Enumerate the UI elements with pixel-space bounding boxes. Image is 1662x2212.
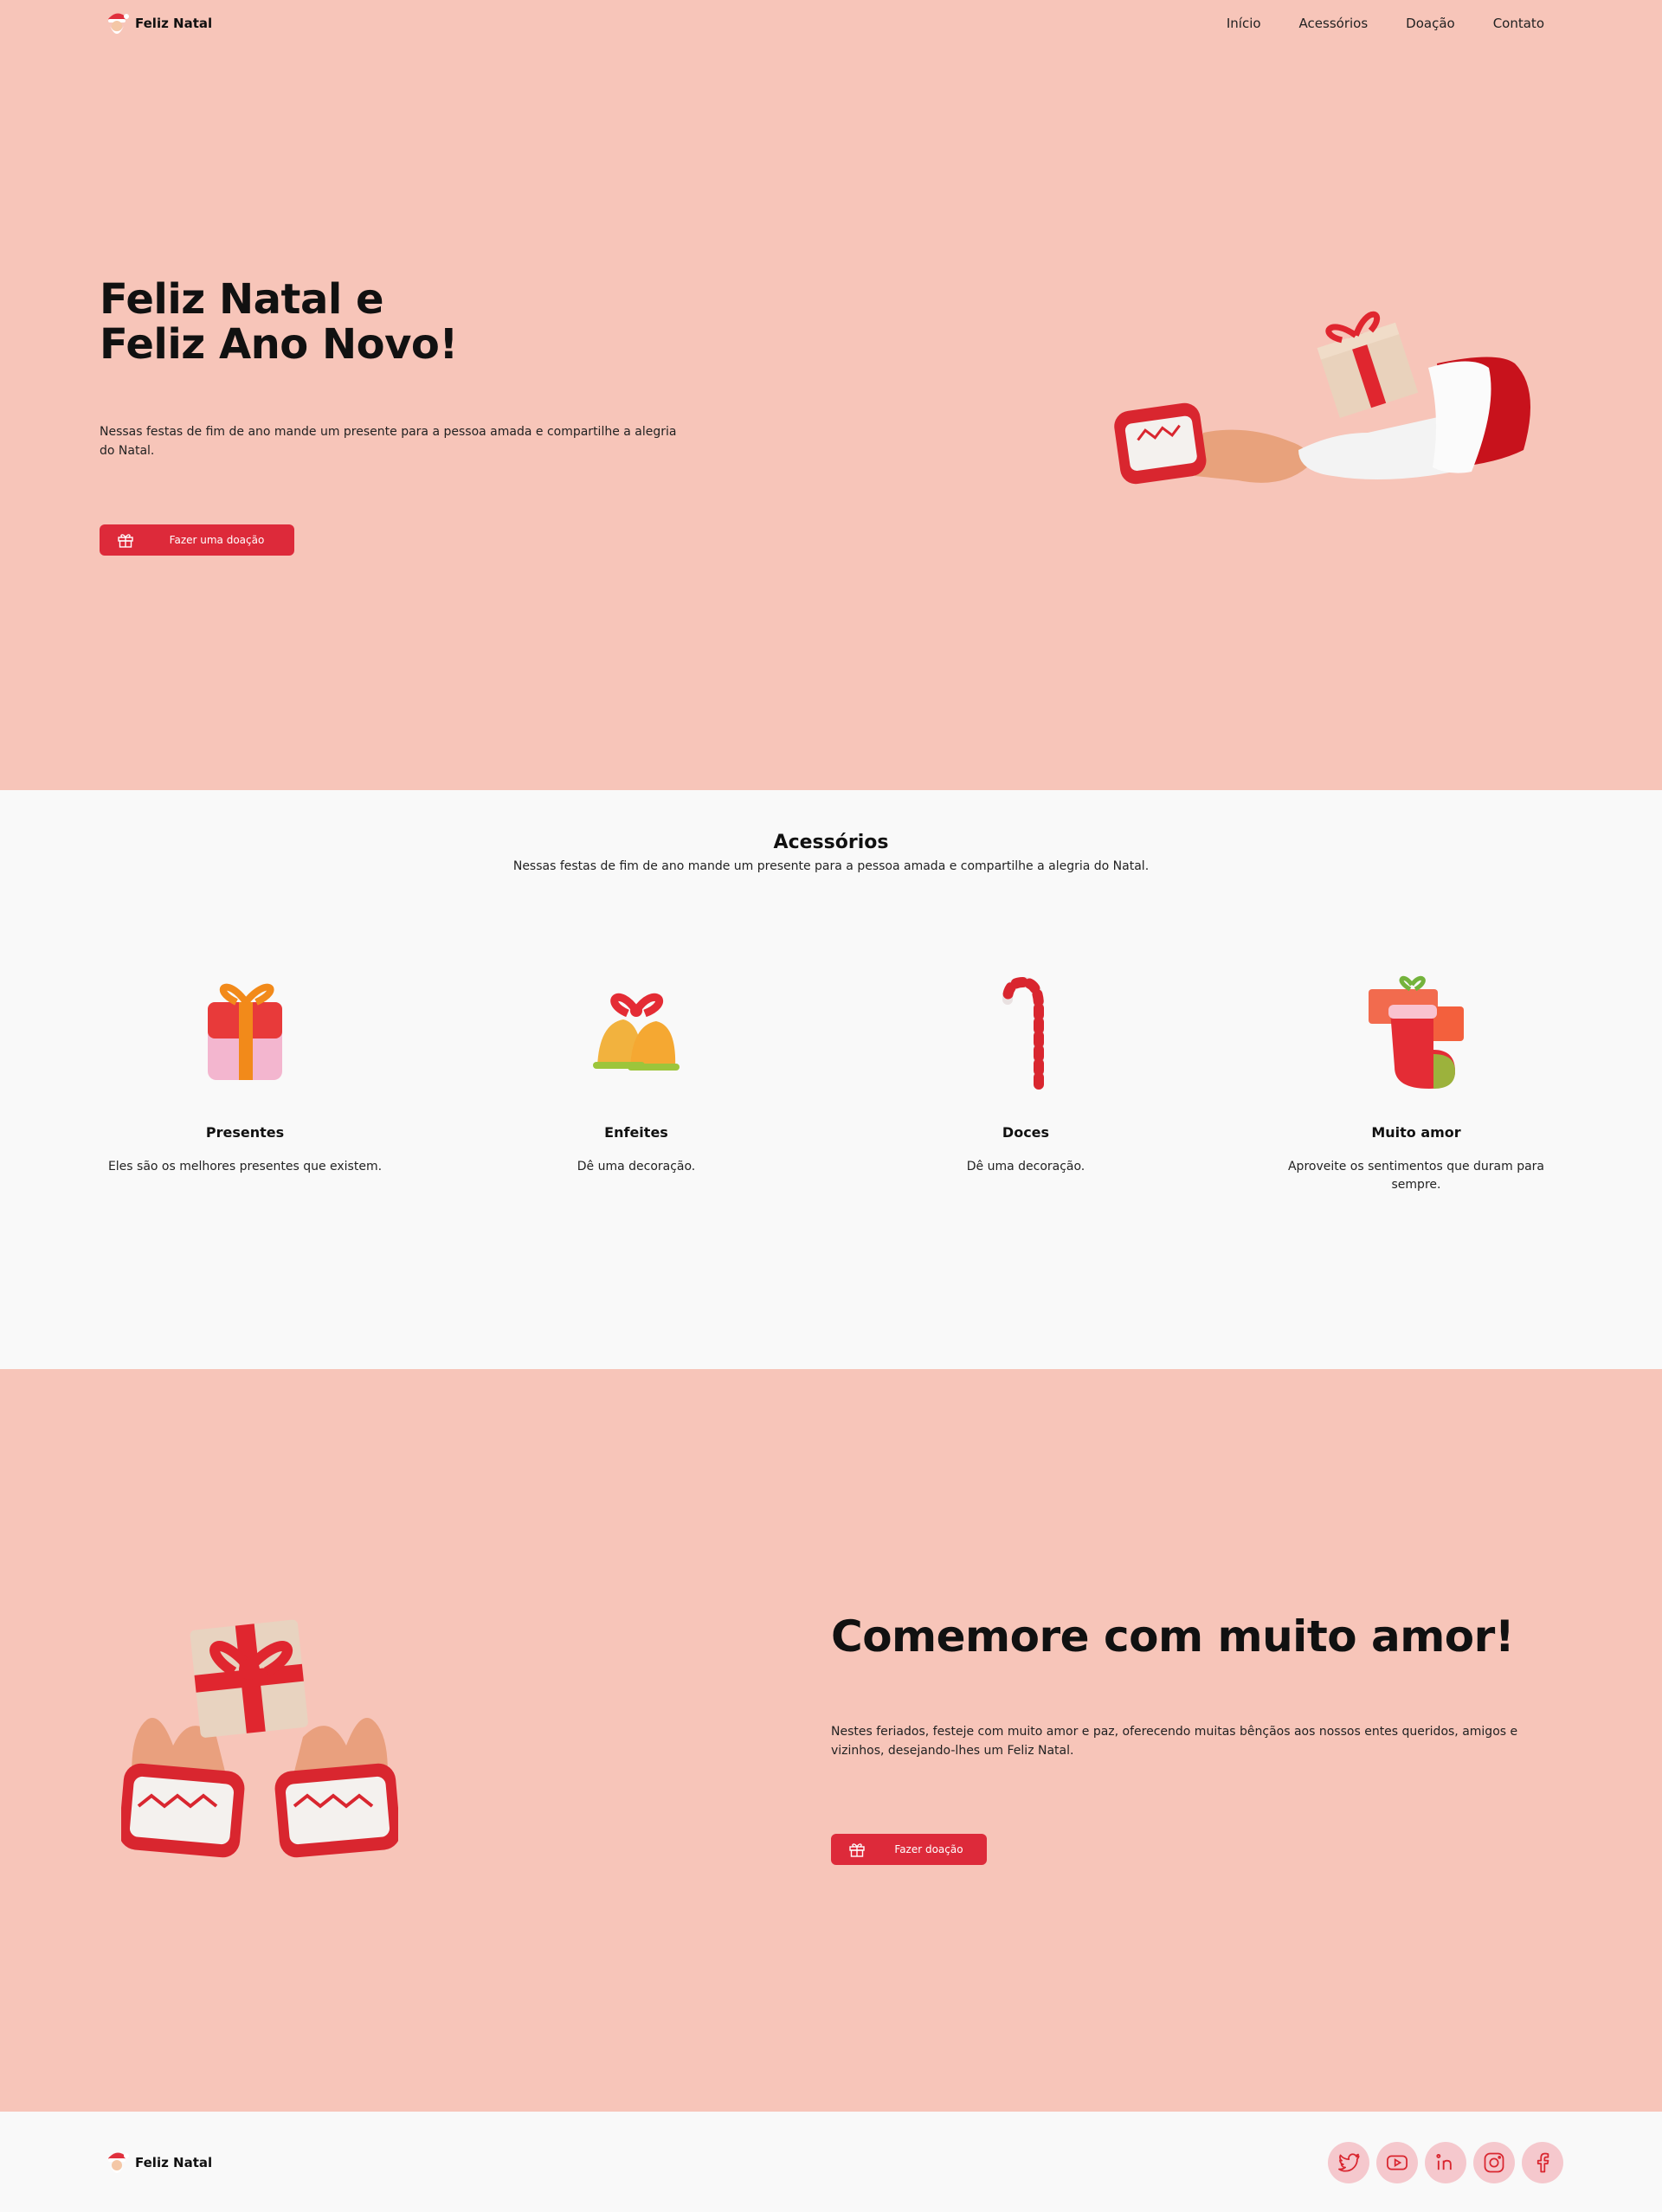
celebrate-title: Comemore com muito amor! xyxy=(831,1611,1515,1662)
gift-icon xyxy=(831,1841,883,1858)
hero-title-line1: Feliz Natal e xyxy=(100,275,384,324)
nav-logo[interactable]: Feliz Natal xyxy=(104,9,212,38)
celebrate-description: Nestes feriados, festeje com muito amor … xyxy=(831,1725,1518,1758)
accessory-title: Enfeites xyxy=(604,1124,668,1141)
hero-section: Feliz Natal Início Acessórios Doação Con… xyxy=(0,0,1662,790)
facebook-icon[interactable] xyxy=(1522,2142,1563,2183)
donate-button[interactable]: Fazer uma doação xyxy=(100,524,294,556)
accessory-title: Doces xyxy=(1002,1124,1050,1141)
brand-name: Feliz Natal xyxy=(135,16,213,31)
hands-giving-gift-illustration xyxy=(1114,311,1530,485)
gift-icon xyxy=(100,531,151,549)
accessories-section: Acessórios Nessas festas de fim de ano m… xyxy=(0,790,1662,1369)
accessory-title: Muito amor xyxy=(1371,1124,1461,1141)
hero-description: Nessas festas de fim de ano mande um pre… xyxy=(100,425,677,458)
stocking-icon xyxy=(1369,975,1464,1089)
donate-button-secondary[interactable]: Fazer doação xyxy=(831,1834,987,1865)
youtube-icon[interactable] xyxy=(1376,2142,1418,2183)
footer-logo[interactable]: Feliz Natal xyxy=(104,2148,212,2177)
instagram-icon[interactable] xyxy=(1473,2142,1515,2183)
donate-button-secondary-label: Fazer doação xyxy=(894,1843,963,1855)
hero-title: Feliz Natal e Feliz Ano Novo! xyxy=(100,277,458,367)
bells-icon xyxy=(593,993,680,1071)
nav-link-contato[interactable]: Contato xyxy=(1493,16,1544,31)
footer-brand-name: Feliz Natal xyxy=(135,2155,213,2170)
main-nav: Início Acessórios Doação Contato xyxy=(1227,16,1544,31)
accessory-card-doces: Doces Dê uma decoração. xyxy=(879,972,1173,1176)
nav-link-acessorios[interactable]: Acessórios xyxy=(1299,16,1369,31)
accessory-description: Dê uma decoração. xyxy=(577,1160,696,1174)
santa-logo-icon xyxy=(108,2152,129,2173)
accessory-card-enfeites: Enfeites Dê uma decoração. xyxy=(489,972,783,1176)
gift-box-icon xyxy=(208,983,282,1080)
donate-button-label: Fazer uma doação xyxy=(169,534,265,546)
accessory-card-muito-amor: Muito amor Aproveite os sentimentos que … xyxy=(1269,972,1563,1194)
candy-cane-icon xyxy=(1002,976,1044,1090)
hero-title-line2: Feliz Ano Novo! xyxy=(100,320,458,369)
accessory-card-presentes: Presentes Eles são os melhores presentes… xyxy=(98,972,392,1176)
accessory-description: Dê uma decoração. xyxy=(966,1160,1085,1174)
social-links xyxy=(1328,2142,1563,2183)
accessory-description: Eles são os melhores presentes que exist… xyxy=(107,1160,383,1174)
accessory-title: Presentes xyxy=(205,1124,285,1141)
twitter-icon[interactable] xyxy=(1328,2142,1369,2183)
santa-logo-icon xyxy=(108,13,129,34)
footer: Feliz Natal xyxy=(0,2112,1662,2212)
hands-holding-gift-illustration xyxy=(121,1619,398,1858)
nav-link-doacao[interactable]: Doação xyxy=(1406,16,1455,31)
celebrate-section: Comemore com muito amor! Nestes feriados… xyxy=(0,1369,1662,2112)
accessory-description: Aproveite os sentimentos que duram para … xyxy=(1287,1160,1545,1192)
accessories-subtitle: Nessas festas de fim de ano mande um pre… xyxy=(512,859,1150,873)
nav-link-inicio[interactable]: Início xyxy=(1227,16,1261,31)
linkedin-icon[interactable] xyxy=(1425,2142,1466,2183)
accessories-title: Acessórios xyxy=(773,832,889,853)
